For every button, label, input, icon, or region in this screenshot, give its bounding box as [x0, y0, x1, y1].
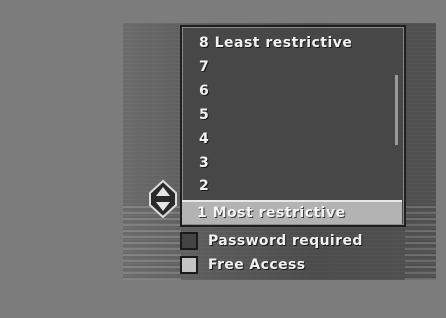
selected-row-label: 1 Most restrictive [197, 205, 346, 221]
rating-level-7[interactable]: 7 [199, 56, 209, 78]
legend-label-password: Password required [208, 233, 363, 249]
up-down-arrows-icon[interactable] [147, 179, 179, 219]
rating-level-2[interactable]: 2 [199, 175, 209, 197]
rating-level-1-selected[interactable]: 1 Most restrictive [182, 200, 402, 224]
password-required-swatch [180, 232, 198, 250]
tv-screen: 8 Least restrictive 7 6 5 4 3 2 1 Most r… [0, 0, 446, 318]
free-access-swatch [180, 256, 198, 274]
legend-label-free-access: Free Access [208, 257, 306, 273]
rating-level-6[interactable]: 6 [199, 80, 209, 102]
background-stripes-right [405, 205, 436, 280]
rating-level-4[interactable]: 4 [199, 128, 209, 150]
rating-level-8[interactable]: 8 Least restrictive [199, 32, 352, 54]
rating-level-list: 8 Least restrictive 7 6 5 4 3 2 [180, 25, 406, 227]
rating-level-5[interactable]: 5 [199, 104, 209, 126]
list-edge-highlight [395, 75, 398, 145]
rating-level-3[interactable]: 3 [199, 152, 209, 174]
